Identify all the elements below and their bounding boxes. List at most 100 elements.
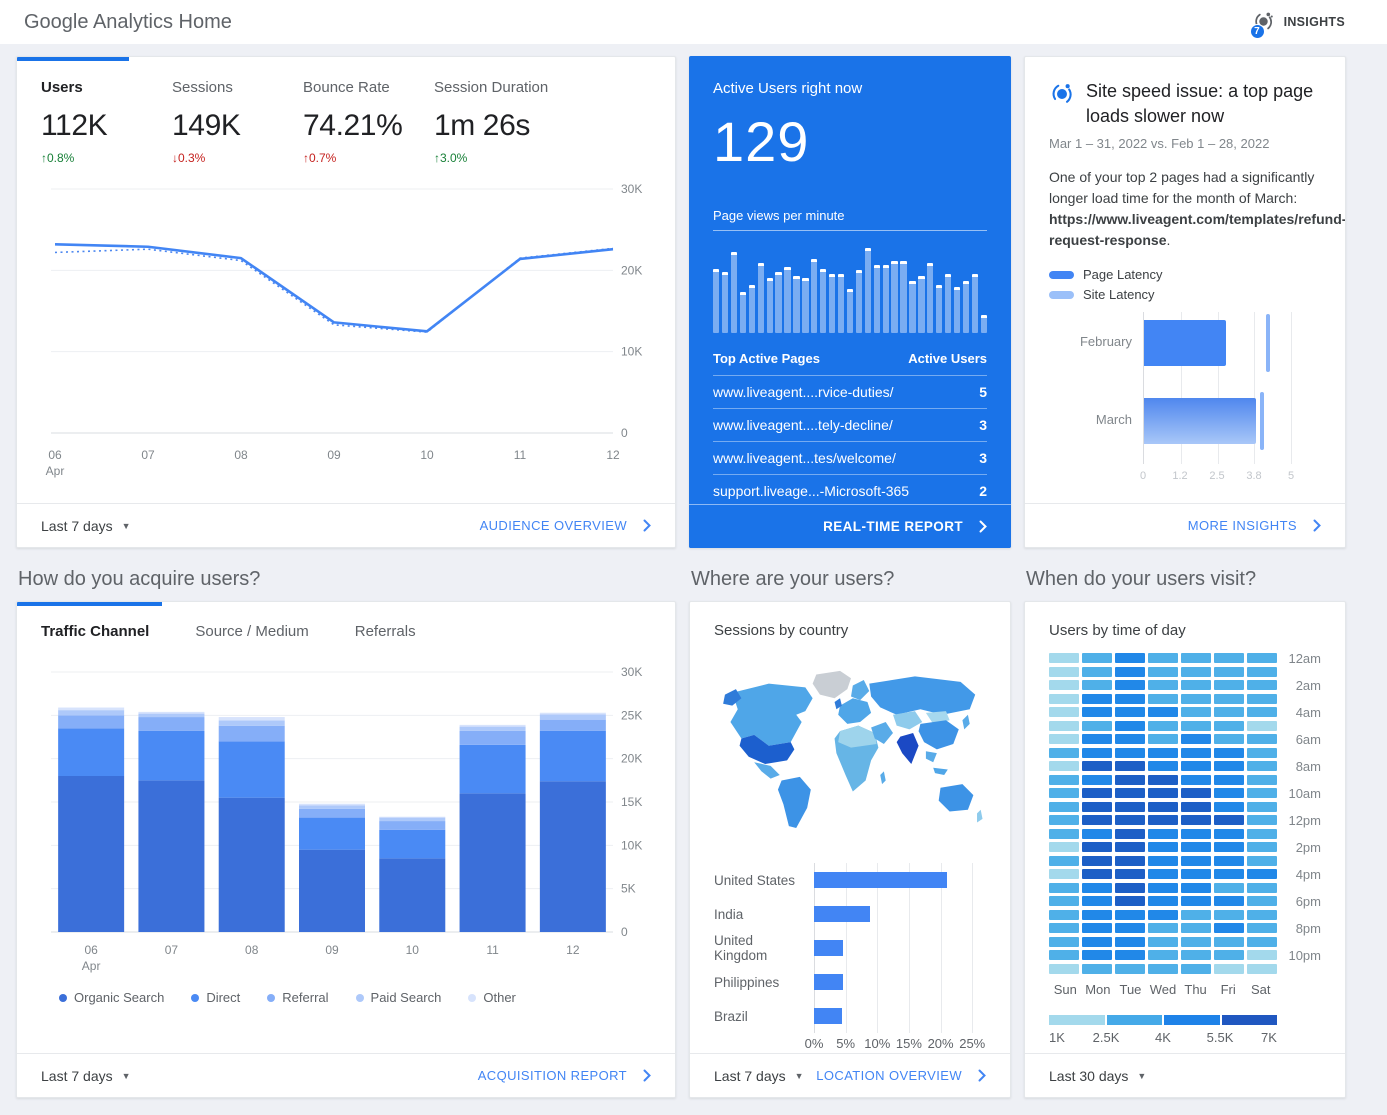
- pageviews-bar: [802, 278, 808, 333]
- heatmap-cell: [1148, 707, 1178, 717]
- location-overview-link[interactable]: LOCATION OVERVIEW: [816, 1068, 986, 1083]
- traffic-channel-legend: Organic Search Direct Referral Paid Search O…: [59, 990, 675, 1005]
- hour-label: 4am: [1296, 705, 1321, 720]
- country-row: United Kingdom: [714, 931, 986, 965]
- more-insights-link[interactable]: MORE INSIGHTS: [1188, 518, 1321, 533]
- svg-text:0: 0: [621, 925, 628, 939]
- visits-card: Users by time of day 12am2am4am6am8am10a…: [1024, 601, 1346, 1098]
- heatmap-cell: [1049, 653, 1079, 663]
- legend-item-paid-search[interactable]: Paid Search: [356, 990, 442, 1005]
- tab-referrals[interactable]: Referrals: [355, 623, 416, 646]
- heatmap-cell: [1247, 802, 1277, 812]
- heatmap-cell: [1148, 734, 1178, 744]
- heatmap-cell: [1181, 761, 1211, 771]
- audience-overview-link[interactable]: AUDIENCE OVERVIEW: [480, 518, 651, 533]
- legend-dot: [191, 994, 199, 1002]
- insights-button[interactable]: 7 INSIGHTS: [1252, 10, 1345, 34]
- heatmap-cell: [1148, 775, 1178, 785]
- country-bar: [814, 940, 843, 956]
- legend-dot: [468, 994, 476, 1002]
- heatmap-cell: [1115, 775, 1145, 785]
- date-range-selector[interactable]: Last 7 days ▼: [41, 1068, 131, 1084]
- insight-spark-icon: [1049, 79, 1075, 129]
- heatmap-cell: [1181, 775, 1211, 785]
- tab-traffic-channel[interactable]: Traffic Channel: [41, 623, 149, 646]
- heatmap-cell: [1115, 734, 1145, 744]
- top-page-users: 2: [979, 483, 987, 499]
- heatmap-cell: [1214, 964, 1244, 974]
- heatmap-cell: [1082, 883, 1112, 893]
- insight-page-link[interactable]: https://www.liveagent.com/templates/refu…: [1049, 211, 1346, 248]
- heatmap-cell: [1049, 707, 1079, 717]
- country-bar-track: [814, 863, 986, 897]
- heatmap-cell: [1115, 680, 1145, 690]
- axis-tick: 0: [1140, 470, 1146, 482]
- top-page-row[interactable]: www.liveagent....rvice-duties/5: [713, 376, 987, 409]
- axis-tick: 20%: [928, 1036, 954, 1051]
- heatmap-cell: [1214, 869, 1244, 879]
- heatmap-cell: [1181, 707, 1211, 717]
- svg-text:20K: 20K: [621, 263, 642, 277]
- realtime-report-link[interactable]: REAL-TIME REPORT: [823, 519, 987, 534]
- legend-item-organic-search[interactable]: Organic Search: [59, 990, 164, 1005]
- metric-sessions[interactable]: Sessions149K↓0.3%: [172, 79, 303, 165]
- top-page-row[interactable]: www.liveagent....tely-decline/3: [713, 409, 987, 442]
- pageviews-bar: [900, 261, 906, 333]
- metric-bounce-rate[interactable]: Bounce Rate74.21%↑0.7%: [303, 79, 434, 165]
- chevron-right-icon: [643, 519, 651, 532]
- insight-title: Site speed issue: a top page loads slowe…: [1086, 79, 1321, 129]
- heatmap-cell: [1082, 667, 1112, 677]
- date-range-selector[interactable]: Last 30 days ▼: [1049, 1068, 1146, 1084]
- heatmap-cell: [1115, 856, 1145, 866]
- scale-label: 1K: [1049, 1030, 1065, 1045]
- legend-item-other[interactable]: Other: [468, 990, 516, 1005]
- svg-text:11: 11: [514, 448, 527, 462]
- heatmap-cell: [1082, 721, 1112, 731]
- top-page-row[interactable]: www.liveagent...tes/welcome/3: [713, 442, 987, 475]
- heatmap-cell: [1082, 937, 1112, 947]
- heatmap-cell: [1049, 761, 1079, 771]
- heatmap-cell: [1115, 815, 1145, 825]
- heatmap-color-scale: [1049, 1015, 1277, 1025]
- legend-label: Other: [483, 990, 516, 1005]
- scale-segment: [1164, 1015, 1220, 1025]
- heatmap-cell: [1148, 937, 1178, 947]
- heatmap-cell: [1049, 680, 1079, 690]
- tab-source-medium[interactable]: Source / Medium: [195, 623, 308, 646]
- heatmap-cell: [1247, 869, 1277, 879]
- pageviews-per-minute-chart: [713, 243, 987, 333]
- legend-label: Organic Search: [74, 990, 164, 1005]
- audience-card-footer: Last 7 days ▼ AUDIENCE OVERVIEW: [17, 503, 675, 547]
- metric-users[interactable]: Users112K↑0.8%: [41, 79, 172, 165]
- heatmap-cell: [1082, 950, 1112, 960]
- latency-chart: FebruaryMarch: [1143, 312, 1291, 464]
- metric-session-duration[interactable]: Session Duration1m 26s↑3.0%: [434, 79, 565, 165]
- caret-down-icon: ▼: [795, 1071, 804, 1081]
- pageviews-bar: [883, 265, 889, 333]
- legend-item-referral[interactable]: Referral: [267, 990, 328, 1005]
- section-title-when: When do your users visit?: [1024, 568, 1346, 591]
- hour-label: 8pm: [1296, 921, 1321, 936]
- date-range-selector[interactable]: Last 7 days ▼: [41, 518, 131, 534]
- pageviews-bar: [749, 285, 755, 333]
- legend-item-direct[interactable]: Direct: [191, 990, 240, 1005]
- insight-period: Mar 1 – 31, 2022 vs. Feb 1 – 28, 2022: [1049, 136, 1321, 151]
- legend-label: Site Latency: [1083, 287, 1155, 302]
- heatmap-cell: [1148, 896, 1178, 906]
- heatmap-cell: [1214, 802, 1244, 812]
- heatmap-cell: [1181, 883, 1211, 893]
- date-range-selector[interactable]: Last 7 days ▼: [714, 1068, 804, 1084]
- heatmap-cell: [1148, 761, 1178, 771]
- pageviews-bar: [847, 289, 853, 333]
- heatmap-cell: [1115, 923, 1145, 933]
- active-tab-indicator: [17, 602, 162, 606]
- svg-text:12: 12: [606, 448, 620, 462]
- pageviews-bar: [829, 274, 835, 333]
- svg-text:06: 06: [48, 448, 62, 462]
- svg-text:10: 10: [406, 943, 420, 957]
- heatmap-cell: [1214, 829, 1244, 839]
- heatmap-cell: [1049, 788, 1079, 798]
- heatmap-cell: [1247, 721, 1277, 731]
- pageviews-bar: [981, 315, 987, 333]
- acquisition-report-link[interactable]: ACQUISITION REPORT: [478, 1068, 651, 1083]
